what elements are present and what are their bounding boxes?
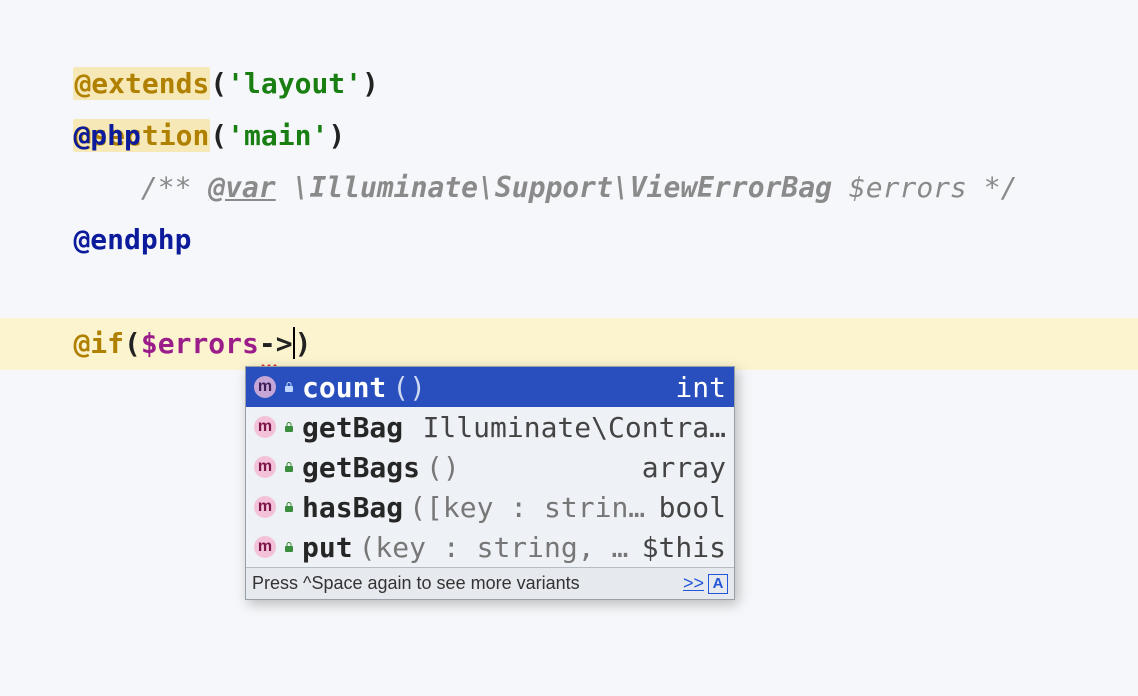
completion-footer: Press ^Space again to see more variants … — [246, 567, 734, 599]
code-line[interactable]: @endphp — [0, 214, 1138, 266]
code-line[interactable]: @extends('layout') — [0, 6, 1138, 58]
method-icon: m — [254, 376, 276, 398]
method-icon: m — [254, 456, 276, 478]
completion-return-type: $this — [642, 531, 726, 564]
code-editor[interactable]: @extends('layout') @section('main') @php… — [0, 0, 1138, 696]
completion-hint: Press ^Space again to see more variants — [252, 573, 580, 594]
completion-signature: () — [426, 451, 460, 484]
blade-directive: @php — [73, 119, 140, 152]
lock-icon — [282, 380, 296, 394]
method-icon: m — [254, 496, 276, 518]
method-icon: m — [254, 536, 276, 558]
completion-return-type: bool — [659, 491, 726, 524]
paren-open: ( — [210, 119, 227, 152]
completion-name: getBags — [302, 451, 420, 484]
doc-tag: @var — [208, 171, 275, 204]
string-literal: 'layout' — [227, 67, 362, 100]
code-line[interactable] — [0, 266, 1138, 318]
paren-close: ) — [295, 327, 312, 360]
completion-item[interactable]: m getBags() array — [246, 447, 734, 487]
string-literal: 'main' — [227, 119, 328, 152]
blade-directive: @endphp — [73, 223, 191, 256]
completion-item[interactable]: m put(key : string, … $this — [246, 527, 734, 567]
lock-icon — [282, 460, 296, 474]
lock-icon — [282, 500, 296, 514]
completion-signature: () — [392, 371, 426, 404]
paren-open: ( — [210, 67, 227, 100]
arrow-operator: -> — [259, 327, 293, 360]
completion-return-type: array — [642, 451, 726, 484]
php-variable: $errors — [141, 327, 259, 360]
completion-badge: A — [708, 574, 728, 594]
lock-icon — [282, 420, 296, 434]
method-icon: m — [254, 416, 276, 438]
completion-more-link[interactable]: >> — [683, 573, 704, 594]
paren-close: ) — [362, 67, 379, 100]
completion-signature: (key : string, … — [359, 531, 629, 564]
completion-name: getBag — [302, 411, 403, 444]
doc-comment-open: /** — [141, 171, 208, 204]
completion-name: put — [302, 531, 353, 564]
doc-type: \Illuminate\Support\ViewErrorBag — [276, 171, 849, 204]
completion-item[interactable]: m hasBag([key : strin… bool — [246, 487, 734, 527]
completion-item[interactable]: m getBag Illuminate\Contra… — [246, 407, 734, 447]
doc-var: $errors — [849, 171, 967, 204]
paren-open: ( — [124, 327, 141, 360]
blade-directive: @extends — [73, 67, 210, 100]
completion-return-type: Illuminate\Contra… — [423, 411, 726, 444]
completion-return-type: int — [675, 371, 726, 404]
lock-icon — [282, 540, 296, 554]
blade-directive: @if — [73, 327, 124, 360]
code-line-current[interactable]: @if($errors->) — [0, 318, 1138, 370]
code-line[interactable]: /** @var \Illuminate\Support\ViewErrorBa… — [0, 162, 1138, 214]
completion-item[interactable]: m count() int — [246, 367, 734, 407]
doc-comment-close: */ — [967, 171, 1018, 204]
completion-signature: ([key : strin… — [409, 491, 645, 524]
completion-popup[interactable]: mcount()intmgetBagIlluminate\Contra…mget… — [245, 366, 735, 600]
completion-name: count — [302, 371, 386, 404]
completion-name: hasBag — [302, 491, 403, 524]
paren-close: ) — [328, 119, 345, 152]
